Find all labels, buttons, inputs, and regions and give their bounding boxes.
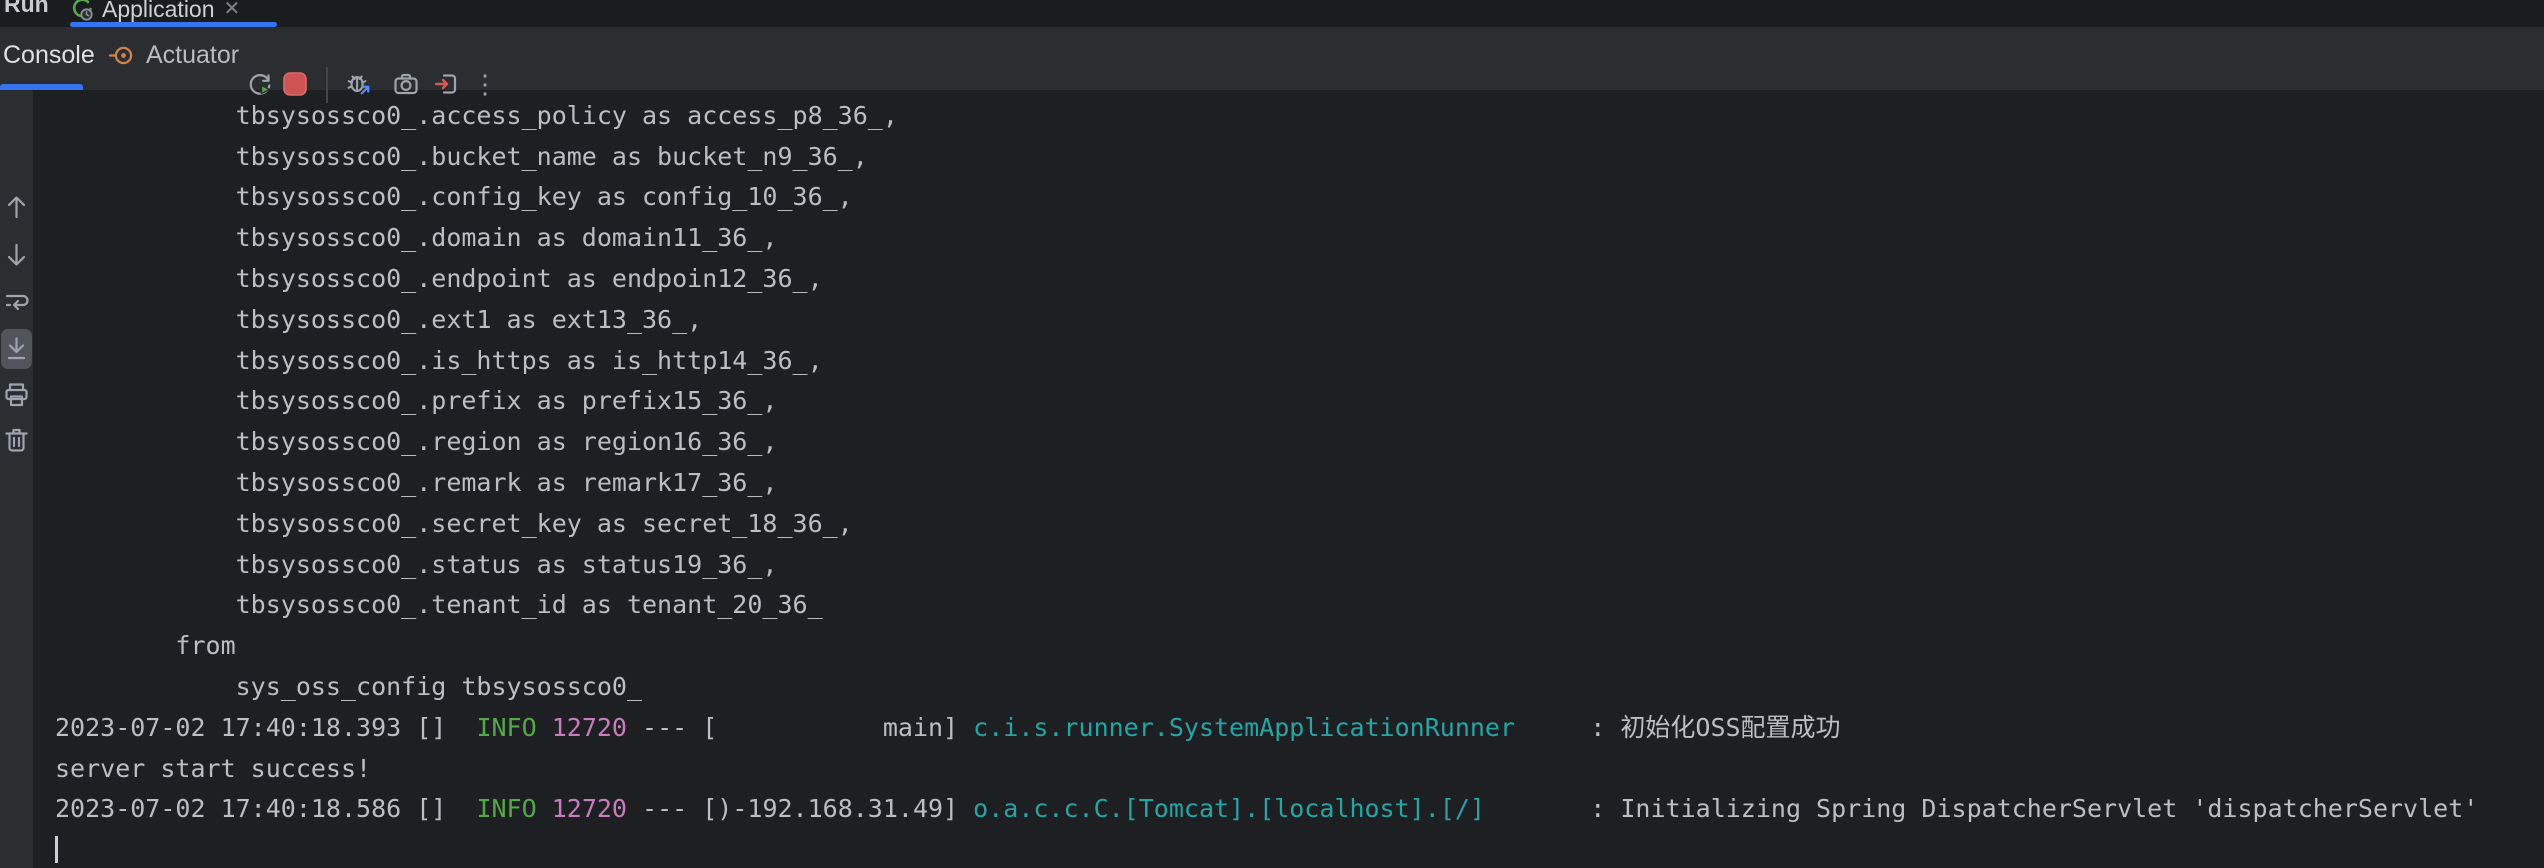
console-line: tbsysossco0_.endpoint as endpoin12_36_,	[55, 259, 2544, 300]
print-icon[interactable]	[2, 380, 31, 410]
tab-console-label: Console	[3, 41, 95, 70]
console-line: tbsysossco0_.secret_key as secret_18_36_…	[55, 504, 2544, 545]
tab-actuator[interactable]: Actuator	[108, 27, 239, 84]
run-tool-window: Run Application ✕ Console	[0, 0, 2544, 868]
console-line: tbsysossco0_.tenant_id as tenant_20_36_	[55, 585, 2544, 626]
scroll-to-end-icon[interactable]	[2, 334, 31, 364]
soft-wrap-icon[interactable]	[2, 287, 31, 317]
clear-all-icon[interactable]	[2, 425, 31, 455]
run-tab-strip: Run Application ✕	[0, 0, 2544, 27]
run-config-tab-application[interactable]: Application ✕	[70, 0, 240, 22]
actuator-icon	[108, 42, 135, 69]
console-line: 2023-07-02 17:40:18.586 [] INFO 12720 --…	[55, 789, 2544, 830]
close-icon[interactable]: ✕	[224, 0, 241, 19]
console-line: 2023-07-02 17:40:18.393 [] INFO 12720 --…	[55, 708, 2544, 749]
console-line: tbsysossco0_.config_key as config_10_36_…	[55, 177, 2544, 218]
tab-actuator-label: Actuator	[146, 41, 239, 70]
spring-app-running-icon	[70, 0, 93, 21]
console-line: sys_oss_config tbsysossco0_	[55, 667, 2544, 708]
tab-console[interactable]: Console	[1, 27, 101, 84]
console-line: tbsysossco0_.remark as remark17_36_,	[55, 463, 2544, 504]
up-stack-icon[interactable]	[2, 192, 31, 222]
text-caret	[55, 836, 58, 863]
console-caret-line	[55, 830, 2544, 868]
console-line: tbsysossco0_.bucket_name as bucket_n9_36…	[55, 137, 2544, 178]
console-line: tbsysossco0_.region as region16_36_,	[55, 422, 2544, 463]
run-config-tab-label: Application	[102, 0, 215, 23]
console-gutter	[0, 90, 33, 868]
console-output[interactable]: tbsysossco0_.access_key as access_k7_36_…	[33, 90, 2544, 868]
down-stack-icon[interactable]	[2, 240, 31, 270]
console-line: tbsysossco0_.ext1 as ext13_36_,	[55, 300, 2544, 341]
console-line: tbsysossco0_.status as status19_36_,	[55, 545, 2544, 586]
console-lines: tbsysossco0_.access_key as access_k7_36_…	[33, 90, 2544, 868]
console-line: tbsysossco0_.domain as domain11_36_,	[55, 218, 2544, 259]
console-line: from	[55, 626, 2544, 667]
console-toolbar: Console Actuator	[0, 27, 2544, 90]
console-line: tbsysossco0_.prefix as prefix15_36_,	[55, 381, 2544, 422]
tool-window-title: Run	[4, 0, 49, 18]
console-line: server start success!	[55, 749, 2544, 790]
console-line: tbsysossco0_.is_https as is_http14_36_,	[55, 341, 2544, 382]
console-line: tbsysossco0_.access_policy as access_p8_…	[55, 96, 2544, 137]
